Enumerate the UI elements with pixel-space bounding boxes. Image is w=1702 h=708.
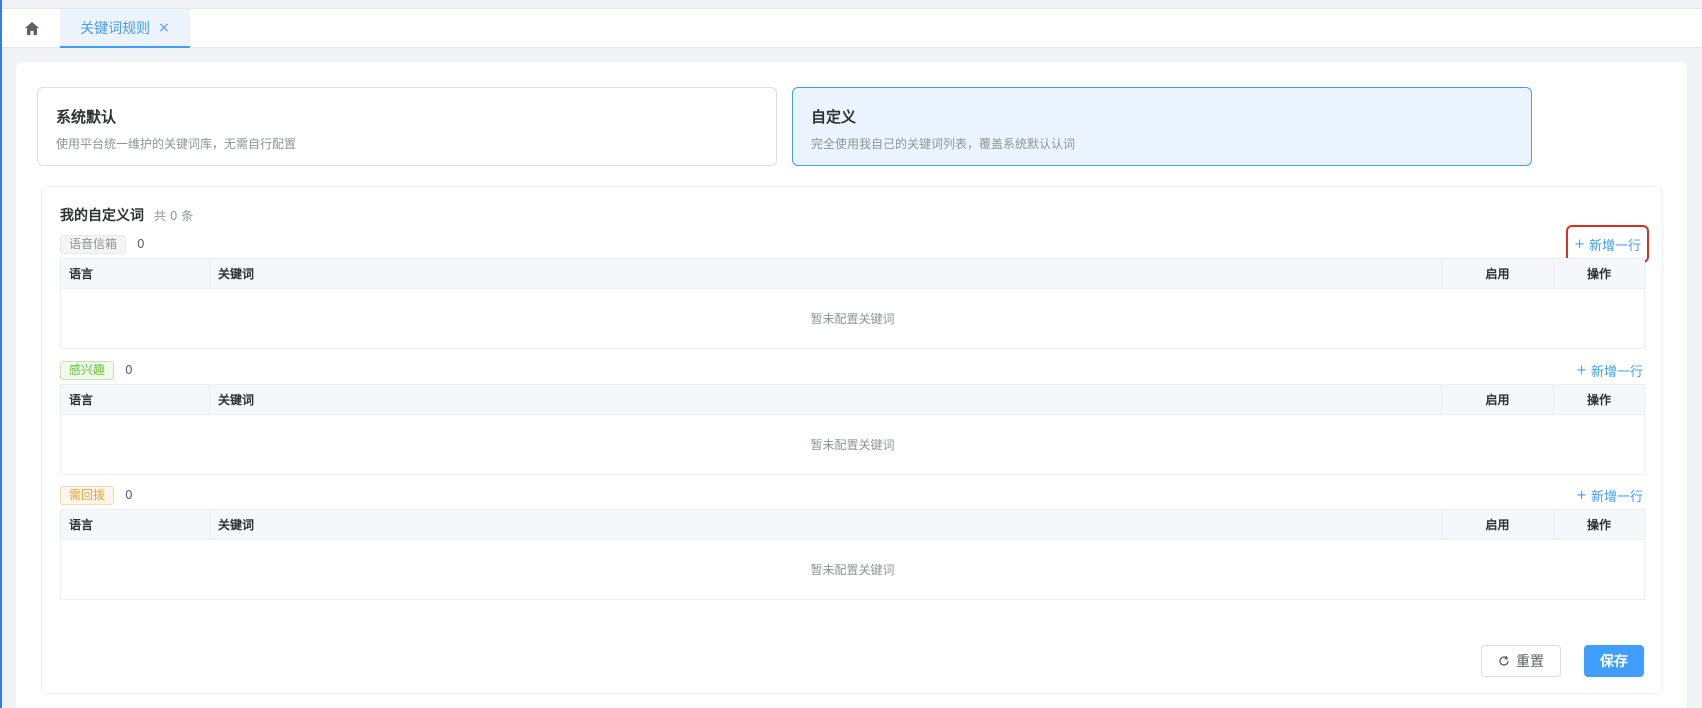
mode-desc: 使用平台统一维护的关键词库，无需自行配置 (56, 137, 297, 151)
col-language: 语言 (61, 385, 210, 414)
group-header-voicemail: 语音信箱 0 + 新增一行 (60, 225, 1649, 263)
tab-label: 关键词规则 (80, 20, 151, 37)
window-left-accent (0, 0, 2, 708)
table-empty: 暂未配置关键词 (810, 312, 895, 326)
tab-bar: 关键词规则 × (2, 8, 1702, 48)
mode-card-system-default[interactable]: 系统默认 使用平台统一维护的关键词库，无需自行配置 (37, 87, 777, 166)
mode-title: 系统默认 (56, 108, 117, 126)
keyword-table-callback: 语言 关键词 启用 操作 暂未配置关键词 (60, 509, 1645, 600)
add-row-button[interactable]: + 新增一行 (1576, 359, 1643, 381)
table-empty: 暂未配置关键词 (810, 563, 895, 577)
mode-title: 自定义 (811, 108, 857, 126)
col-ops: 操作 (1586, 393, 1611, 407)
col-keyword: 关键词 (210, 259, 1442, 288)
group-count: 0 (125, 363, 133, 377)
add-row-label: 新增一行 (1588, 238, 1641, 254)
group-tag: 感兴趣 (60, 360, 115, 380)
mode-desc: 完全使用我自己的关键词列表，覆盖系统默认认词 (811, 137, 1076, 151)
reset-label: 重置 (1516, 654, 1544, 670)
custom-words-panel: 我的自定义词 共 0 条 语音信箱 0 + 新增一行 语言 关键词 启用 操作 … (41, 186, 1663, 694)
col-ops: 操作 (1586, 267, 1611, 281)
panel-header: 我的自定义词 共 0 条 (60, 205, 193, 225)
add-row-button[interactable]: + 新增一行 (1576, 484, 1643, 506)
group-count: 0 (137, 237, 145, 251)
group-tag: 需回拨 (60, 485, 115, 505)
tab-home[interactable] (22, 17, 42, 39)
mode-card-custom[interactable]: 自定义 完全使用我自己的关键词列表，覆盖系统默认认词 (792, 87, 1532, 166)
plus-icon: + (1576, 362, 1587, 378)
col-enable: 启用 (1442, 259, 1554, 288)
col-language: 语言 (61, 259, 210, 288)
add-row-label: 新增一行 (1590, 364, 1643, 380)
table-header: 语言 关键词 启用 操作 (61, 510, 1644, 540)
page-content: 系统默认 使用平台统一维护的关键词库，无需自行配置 自定义 完全使用我自己的关键… (16, 62, 1687, 708)
col-ops: 操作 (1586, 518, 1611, 532)
col-keyword: 关键词 (210, 385, 1442, 414)
home-icon (25, 21, 39, 35)
plus-icon: + (1574, 236, 1585, 252)
save-label: 保存 (1600, 654, 1628, 670)
group-header-callback: 需回拨 0 + 新增一行 (60, 484, 1645, 506)
col-enable: 启用 (1442, 385, 1554, 414)
add-row-label: 新增一行 (1590, 489, 1643, 505)
group-header-interested: 感兴趣 0 + 新增一行 (60, 359, 1645, 381)
reset-button[interactable]: 重置 (1481, 645, 1561, 677)
close-icon[interactable]: × (158, 21, 170, 35)
refresh-icon (1499, 655, 1509, 666)
tab-keyword-rules[interactable]: 关键词规则 × (60, 9, 190, 48)
keyword-table-interested: 语言 关键词 启用 操作 暂未配置关键词 (60, 384, 1645, 475)
table-header: 语言 关键词 启用 操作 (61, 259, 1644, 289)
group-tag: 语音信箱 (60, 234, 127, 254)
col-enable: 启用 (1442, 510, 1554, 539)
table-header: 语言 关键词 启用 操作 (61, 385, 1644, 415)
table-empty: 暂未配置关键词 (810, 438, 895, 452)
panel-title: 我的自定义词 (60, 208, 144, 224)
plus-icon: + (1576, 487, 1587, 503)
col-language: 语言 (61, 510, 210, 539)
panel-count: 共 0 条 (154, 209, 194, 223)
save-button[interactable]: 保存 (1584, 645, 1644, 677)
group-count: 0 (125, 488, 133, 502)
keyword-table-voicemail: 语言 关键词 启用 操作 暂未配置关键词 (60, 258, 1645, 349)
col-keyword: 关键词 (210, 510, 1442, 539)
